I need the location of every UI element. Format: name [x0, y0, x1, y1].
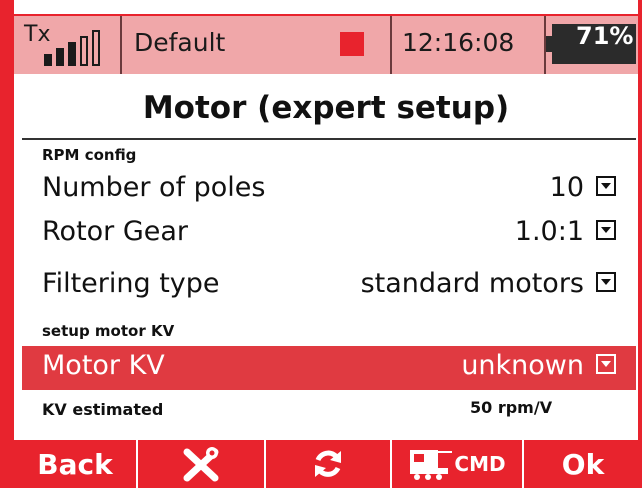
dropdown-arrow-icon[interactable]	[596, 176, 616, 196]
dropdown-arrow-icon[interactable]	[596, 354, 616, 374]
status-bar: Tx Default 12:16:08 71%	[14, 14, 638, 74]
tx-signal-indicator: Tx	[14, 16, 122, 74]
kv-estimated-label: KV estimated	[42, 400, 164, 419]
title-divider	[22, 138, 636, 140]
frame-left	[0, 0, 14, 488]
wrench-screwdriver-icon	[183, 447, 219, 482]
dropdown-arrow-icon[interactable]	[596, 272, 616, 292]
row-value: standard motors	[360, 268, 584, 299]
signal-bar	[80, 36, 88, 66]
kv-estimated-value: 50 rpm/V	[470, 398, 553, 417]
signal-bar	[56, 48, 64, 66]
row-value: unknown	[461, 350, 584, 381]
record-indicator-icon	[340, 32, 364, 56]
row-rotor-gear[interactable]: Rotor Gear 1.0:1	[22, 212, 636, 256]
signal-bar	[92, 30, 100, 66]
back-button[interactable]: Back	[14, 440, 138, 488]
section-rpm-config: RPM config	[42, 146, 137, 164]
scrollbar[interactable]	[638, 392, 642, 422]
clock-time: 12:16:08	[402, 28, 515, 57]
signal-bar	[44, 54, 52, 66]
dropdown-arrow-icon[interactable]	[596, 220, 616, 240]
row-filtering-type[interactable]: Filtering type standard motors	[22, 264, 636, 308]
function-bar: Back CMD Ok	[14, 440, 642, 488]
row-label: Rotor Gear	[42, 216, 189, 247]
signal-bars-icon	[44, 26, 114, 66]
battery-indicator: 71%	[546, 16, 638, 74]
refresh-button[interactable]	[266, 440, 392, 488]
clock-cell: 12:16:08	[392, 16, 546, 74]
tools-button[interactable]	[138, 440, 266, 488]
model-name: Default	[134, 28, 226, 57]
model-cell[interactable]: Default	[122, 16, 392, 74]
section-setup-motor-kv: setup motor KV	[42, 322, 175, 340]
signal-bar	[68, 42, 76, 66]
row-label: Motor KV	[42, 350, 165, 381]
row-label: Number of poles	[42, 172, 266, 203]
transmitter-screen: Tx Default 12:16:08 71% Motor (expert se…	[0, 0, 642, 488]
row-label: Filtering type	[42, 268, 220, 299]
back-label: Back	[37, 447, 113, 481]
ok-label: Ok	[561, 447, 605, 481]
vehicle-cmd-icon	[410, 450, 453, 480]
cmd-button[interactable]: CMD	[392, 440, 524, 488]
row-value: 10	[549, 172, 584, 203]
battery-percent: 71%	[576, 22, 634, 50]
row-value: 1.0:1	[514, 216, 584, 247]
cmd-label: CMD	[454, 452, 506, 476]
ok-button[interactable]: Ok	[524, 440, 642, 488]
page-title: Motor (expert setup)	[142, 90, 510, 126]
row-motor-kv[interactable]: Motor KV unknown	[22, 346, 636, 390]
refresh-icon	[315, 450, 341, 477]
row-number-of-poles[interactable]: Number of poles 10	[22, 168, 636, 212]
